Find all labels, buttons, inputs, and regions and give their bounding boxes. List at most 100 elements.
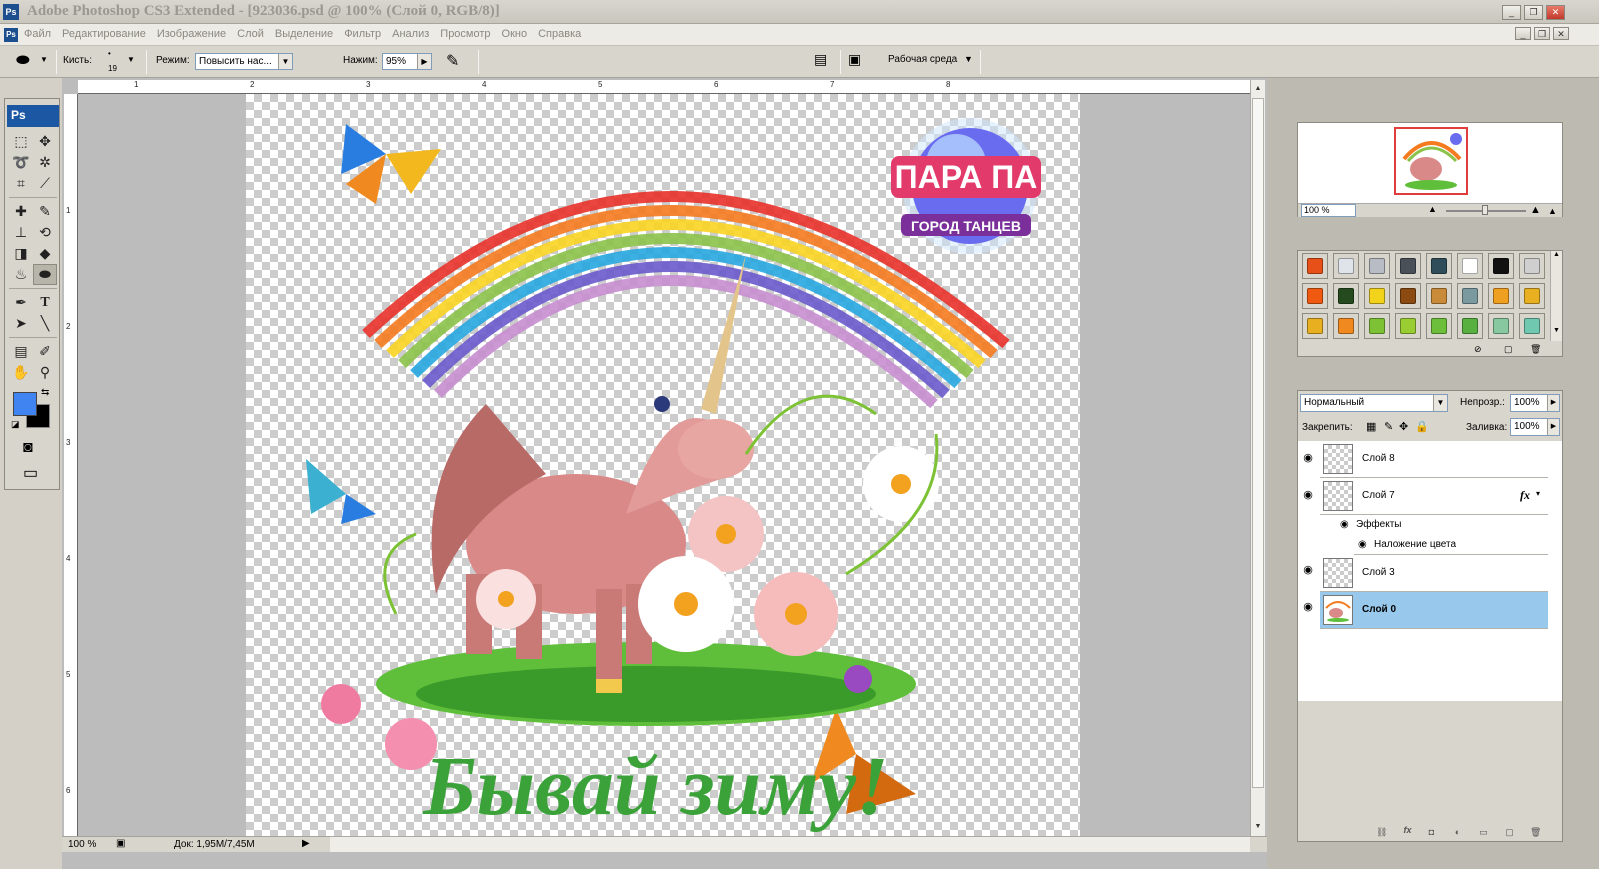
lock-position-icon[interactable]: ✥	[1399, 420, 1408, 433]
style-swatch[interactable]	[1519, 283, 1545, 309]
new-style-icon[interactable]: ▢	[1504, 344, 1513, 355]
menu-filter[interactable]: Фильтр	[344, 28, 381, 40]
document-canvas[interactable]: ПАРА ПА ГОРОД ТАНЦЕВ Бывай зиму!	[246, 94, 1080, 836]
pressure-input[interactable]: 95% ▶	[382, 53, 432, 70]
style-swatch[interactable]	[1519, 313, 1545, 339]
effect-item-row[interactable]: ◉ Наложение цвета	[1354, 535, 1548, 555]
swap-colors-icon[interactable]: ⇆	[41, 387, 49, 398]
status-menu-arrow-icon[interactable]: ▶	[302, 838, 310, 849]
screen-mode-icon[interactable]: ▭	[23, 463, 38, 483]
layer-visibility-icon[interactable]: ◉	[1299, 451, 1317, 465]
default-colors-icon[interactable]: ◪	[11, 419, 20, 430]
style-swatch[interactable]	[1426, 253, 1452, 279]
style-swatch[interactable]	[1364, 283, 1390, 309]
hand-tool-icon[interactable]: ✋	[9, 362, 33, 383]
zoom-slider-handle[interactable]	[1482, 205, 1488, 215]
lasso-tool-icon[interactable]: ➰	[9, 152, 33, 173]
zoom-in-icon[interactable]: ▲	[1530, 204, 1541, 216]
style-swatch[interactable]	[1426, 313, 1452, 339]
history-brush-tool-icon[interactable]: ⟲	[33, 222, 57, 243]
style-swatch[interactable]	[1302, 313, 1328, 339]
bridge-icon[interactable]: ▣	[848, 51, 861, 68]
zoom-level[interactable]: 100 %	[68, 839, 96, 850]
style-swatch[interactable]	[1302, 283, 1328, 309]
blur-tool-icon[interactable]: ♨	[9, 264, 33, 285]
style-swatch[interactable]	[1333, 313, 1359, 339]
airbrush-icon[interactable]: ✎	[446, 51, 459, 71]
navigator-scroll-icon[interactable]: ▲	[1548, 206, 1557, 216]
status-info-icon[interactable]: ▣	[116, 838, 125, 849]
menu-help[interactable]: Справка	[538, 28, 581, 40]
magic-wand-tool-icon[interactable]: ✲	[33, 152, 57, 173]
effect-visibility-icon[interactable]: ◉	[1358, 539, 1367, 550]
style-swatch[interactable]	[1395, 283, 1421, 309]
navigator-zoom-input[interactable]: 100 %	[1301, 204, 1356, 217]
add-mask-icon[interactable]: ◘	[1426, 827, 1437, 837]
style-swatch[interactable]	[1488, 253, 1514, 279]
style-swatch[interactable]	[1457, 313, 1483, 339]
style-swatch[interactable]	[1333, 253, 1359, 279]
sponge-tool-preset-icon[interactable]: ⬬	[16, 52, 30, 70]
chevron-right-icon[interactable]: ▶	[1547, 419, 1559, 435]
style-swatch[interactable]	[1302, 253, 1328, 279]
move-tool-icon[interactable]: ✥	[33, 131, 57, 152]
doc-restore-button[interactable]: ❐	[1534, 27, 1550, 40]
fill-input[interactable]: 100% ▶	[1510, 418, 1560, 436]
style-swatch[interactable]	[1457, 283, 1483, 309]
layer-visibility-icon[interactable]: ◉	[1299, 488, 1317, 502]
style-swatch[interactable]	[1488, 283, 1514, 309]
brush-tool-icon[interactable]: ✎	[33, 201, 57, 222]
type-tool-icon[interactable]: T	[33, 292, 57, 313]
scroll-up-icon[interactable]: ▲	[1252, 82, 1264, 96]
style-swatch[interactable]	[1395, 313, 1421, 339]
delete-style-icon[interactable]: 🗑	[1530, 344, 1541, 355]
eyedropper-tool-icon[interactable]: ✐	[33, 341, 57, 362]
minimize-button[interactable]: _	[1502, 5, 1521, 20]
doc-close-button[interactable]: ✕	[1553, 27, 1569, 40]
mode-select[interactable]: Повысить нас... ▼	[195, 53, 293, 70]
notes-tool-icon[interactable]: ▤	[9, 341, 33, 362]
menu-edit[interactable]: Редактирование	[62, 28, 146, 40]
link-layers-icon[interactable]: ⛓	[1376, 827, 1387, 838]
layer-row[interactable]: Слой 8	[1320, 441, 1548, 478]
navigator-thumbnail[interactable]	[1394, 127, 1468, 195]
brush-preview-icon[interactable]: •	[108, 49, 111, 58]
line-tool-icon[interactable]: ╲	[33, 313, 57, 334]
adjustment-layer-icon[interactable]: ◐	[1452, 827, 1463, 837]
eraser-tool-icon[interactable]: ◨	[9, 243, 33, 264]
menu-layer[interactable]: Слой	[237, 28, 264, 40]
restore-button[interactable]: ❐	[1524, 5, 1543, 20]
style-swatch[interactable]	[1364, 313, 1390, 339]
style-swatch[interactable]	[1488, 313, 1514, 339]
expand-effects-icon[interactable]: ▾	[1536, 489, 1540, 498]
clone-stamp-tool-icon[interactable]: ⊥	[9, 222, 33, 243]
healing-brush-tool-icon[interactable]: ✚	[9, 201, 33, 222]
effects-visibility-icon[interactable]: ◉	[1340, 519, 1349, 530]
styles-scroll-up-icon[interactable]: ▲	[1551, 251, 1562, 258]
slice-tool-icon[interactable]: ⟋	[33, 173, 57, 194]
lock-transparency-icon[interactable]: ▦	[1366, 420, 1376, 433]
menu-select[interactable]: Выделение	[275, 28, 333, 40]
new-layer-icon[interactable]: ▢	[1504, 827, 1515, 838]
clear-style-icon[interactable]: ⊘	[1474, 344, 1482, 355]
style-swatch[interactable]	[1519, 253, 1545, 279]
style-swatch[interactable]	[1426, 283, 1452, 309]
crop-tool-icon[interactable]: ⌗	[9, 173, 33, 194]
path-selection-tool-icon[interactable]: ➤	[9, 313, 33, 334]
style-swatch[interactable]	[1364, 253, 1390, 279]
brush-dropdown-icon[interactable]: ▼	[127, 55, 135, 64]
palette-well-icon[interactable]: ▤	[814, 51, 827, 68]
layer-row[interactable]: Слой 7 fx ▾	[1320, 478, 1548, 515]
foreground-color-swatch[interactable]	[13, 392, 37, 416]
chevron-right-icon[interactable]: ▶	[1547, 395, 1559, 411]
layer-row-selected[interactable]: Слой 0	[1320, 592, 1548, 629]
styles-scroll-down-icon[interactable]: ▼	[1551, 327, 1562, 334]
quick-mask-icon[interactable]: ◙	[23, 439, 33, 457]
new-group-icon[interactable]: ▭	[1478, 827, 1489, 838]
layer-visibility-icon[interactable]: ◉	[1299, 600, 1317, 614]
menu-view[interactable]: Просмотр	[440, 28, 490, 40]
menu-file[interactable]: Файл	[24, 28, 51, 40]
lock-all-icon[interactable]: 🔒	[1415, 420, 1429, 433]
style-swatch[interactable]	[1395, 253, 1421, 279]
menu-window[interactable]: Окно	[502, 28, 528, 40]
